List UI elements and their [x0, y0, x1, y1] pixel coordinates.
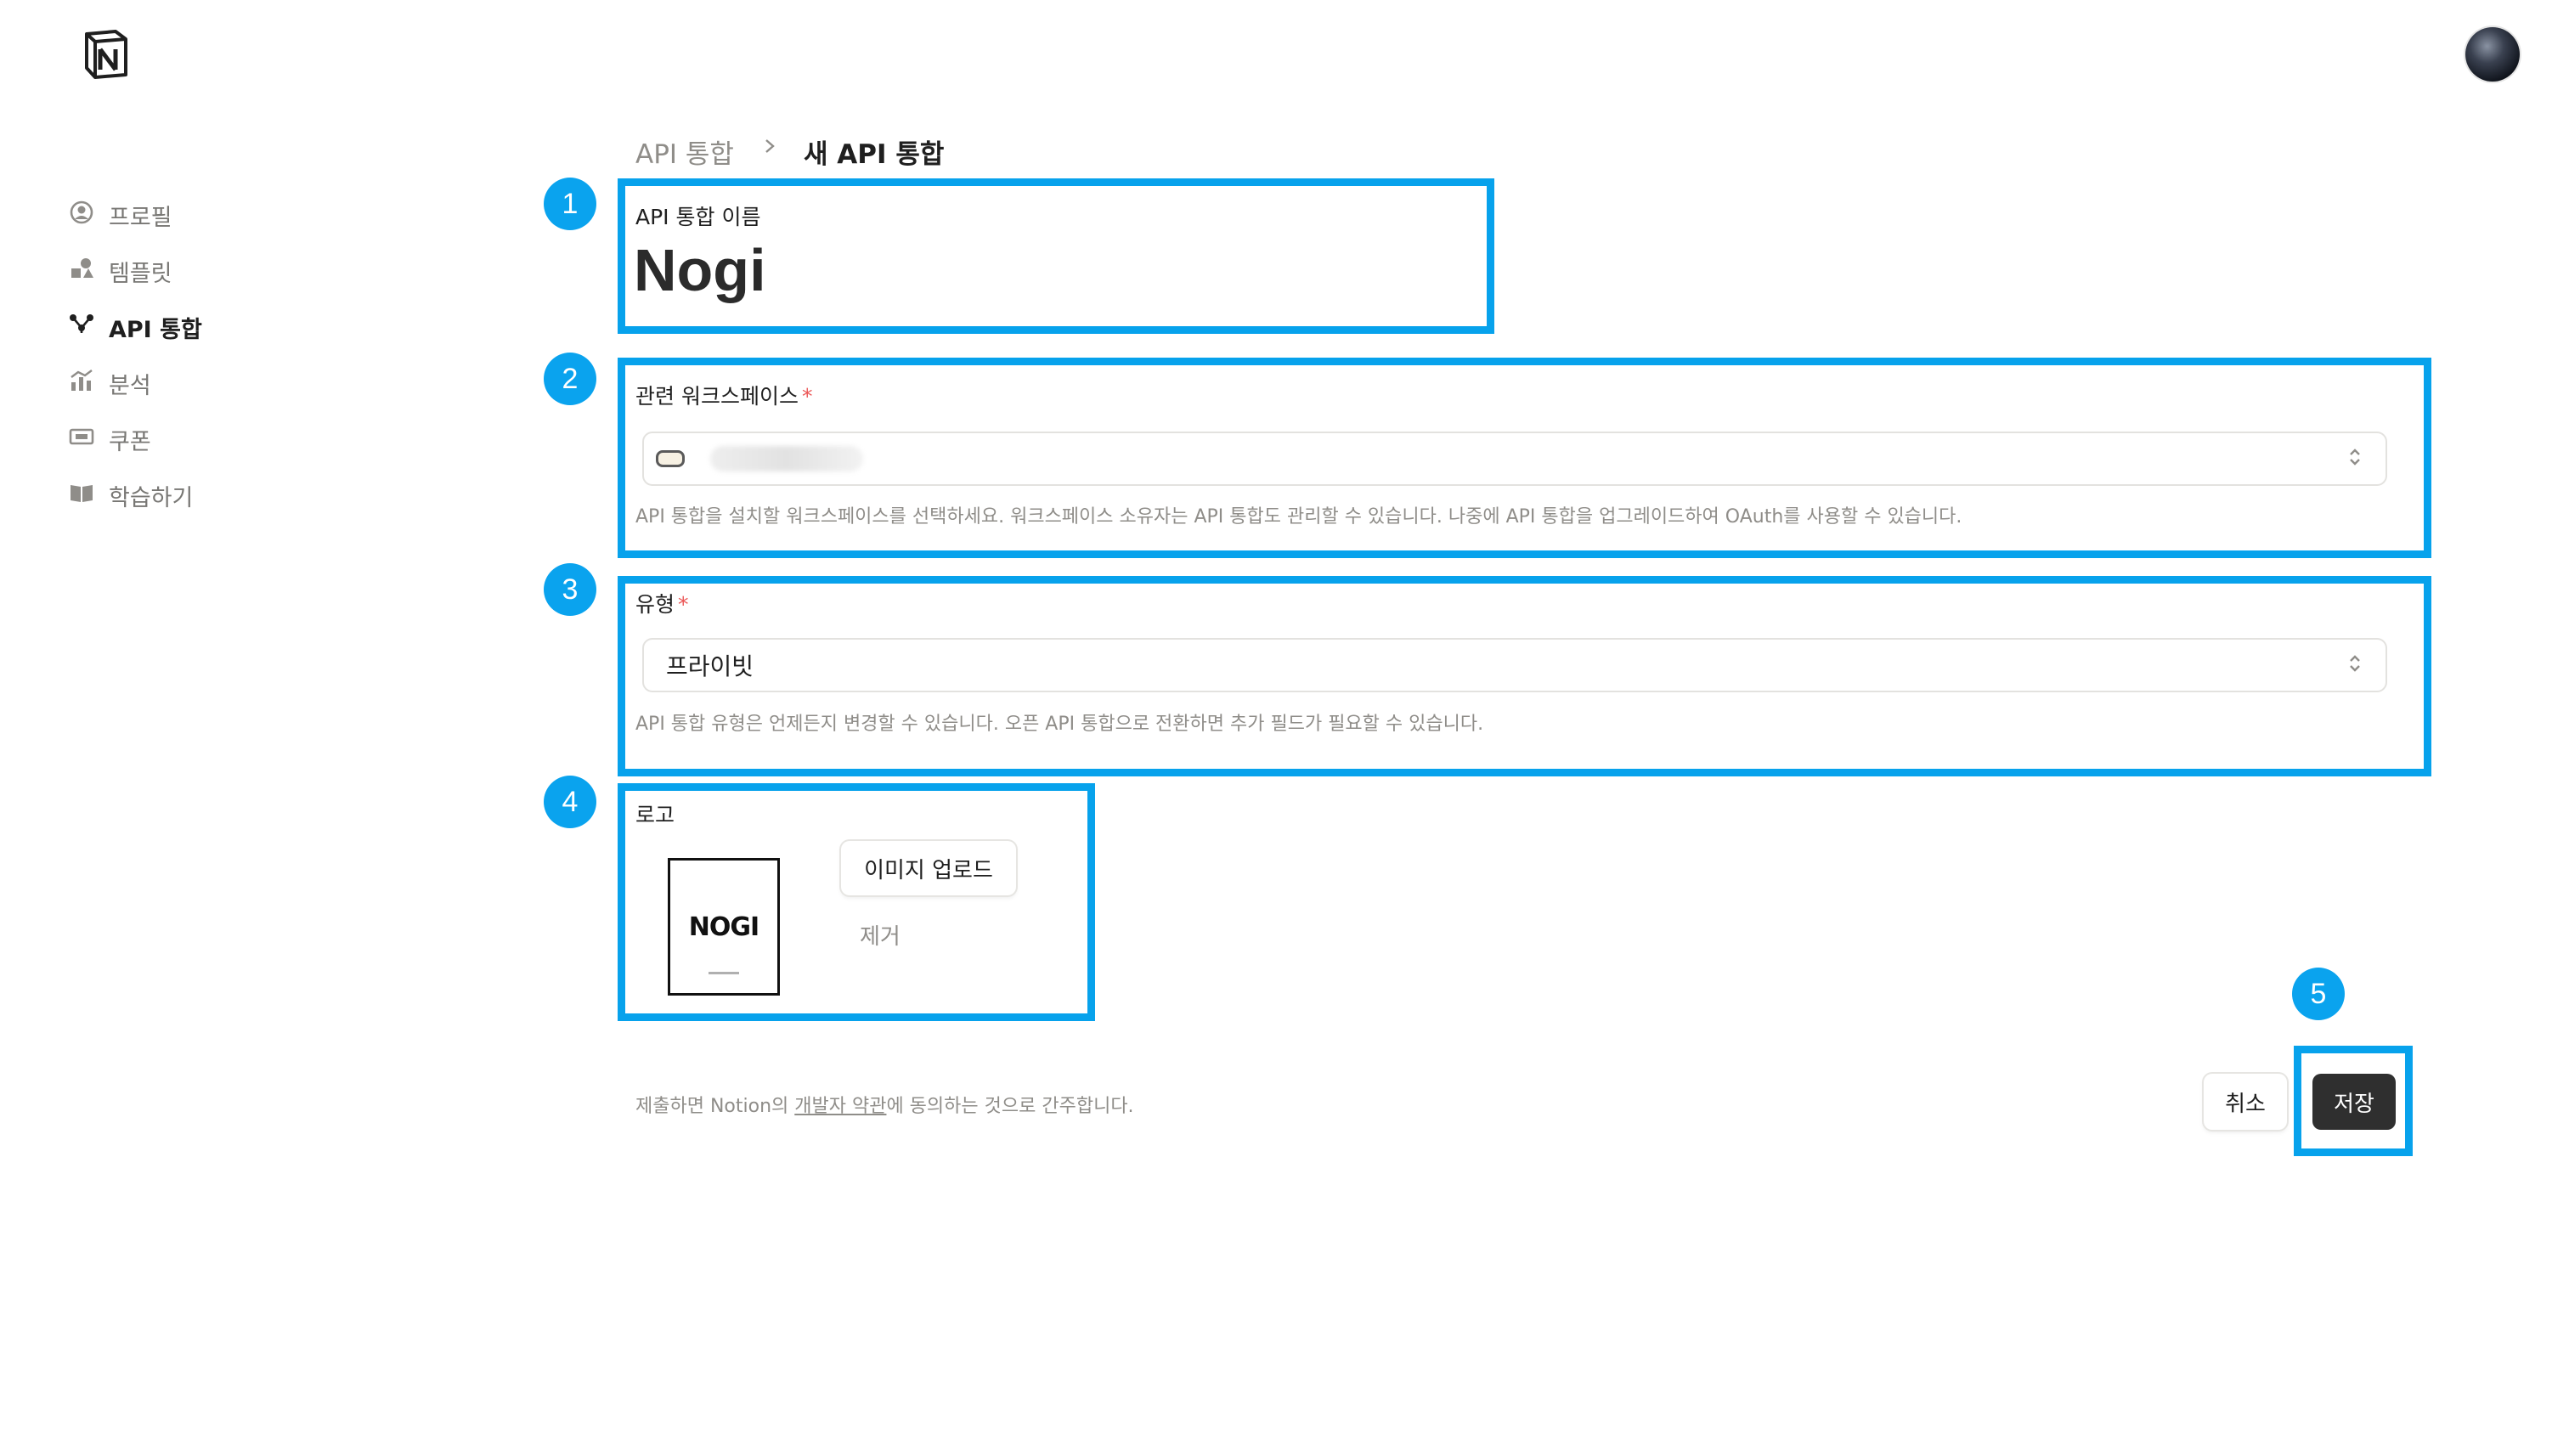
sidebar-item-profile[interactable]: 프로필 [68, 194, 172, 236]
user-avatar[interactable] [2465, 27, 2520, 82]
workspace-name-blurred [710, 446, 863, 471]
chevron-up-down-icon [2346, 652, 2363, 679]
step-badge-1: 1 [544, 178, 596, 230]
notion-logo-icon[interactable] [82, 29, 131, 80]
step-badge-4: 4 [544, 776, 596, 828]
name-field-label: API 통합 이름 [635, 205, 761, 229]
breadcrumb-parent-link[interactable]: API 통합 [635, 133, 734, 171]
workspace-select[interactable] [642, 432, 2387, 486]
book-icon [68, 479, 95, 512]
sidebar-item-templates[interactable]: 템플릿 [68, 250, 172, 292]
developer-terms-link[interactable]: 개발자 약관 [794, 1096, 886, 1117]
coupon-icon [68, 423, 95, 456]
breadcrumb-current: 새 API 통합 [804, 139, 945, 170]
workspace-field-label: 관련 워크스페이스 * [635, 384, 813, 409]
terms-notice: 제출하면 Notion의 개발자 약관에 동의하는 것으로 간주합니다. [635, 1096, 1134, 1117]
workspace-help-text: API 통합을 설치할 워크스페이스를 선택하세요. 워크스페이스 소유자는 A… [635, 506, 1962, 528]
sidebar-item-label: 분석 [109, 372, 151, 399]
sidebar-item-coupons[interactable]: 쿠폰 [68, 418, 151, 460]
step-badge-5: 5 [2292, 968, 2345, 1020]
save-button[interactable]: 저장 [2312, 1074, 2396, 1130]
logo-preview-tagline [709, 972, 739, 974]
type-select-value: 프라이빗 [666, 652, 754, 680]
step-badge-2: 2 [544, 353, 596, 405]
sidebar-item-label: 쿠폰 [109, 428, 151, 455]
logo-preview-text: NOGI [688, 911, 759, 942]
sidebar-item-label: 학습하기 [109, 484, 194, 511]
integrations-icon [68, 311, 95, 344]
type-select[interactable]: 프라이빗 [642, 638, 2387, 692]
logo-preview-image: NOGI [668, 858, 780, 996]
type-help-text: API 통합 유형은 언제든지 변경할 수 있습니다. 오픈 API 통합으로 … [635, 714, 1484, 735]
cancel-button[interactable]: 취소 [2204, 1074, 2287, 1130]
profile-icon [68, 199, 95, 232]
name-field-input[interactable]: Nogi [634, 236, 766, 304]
remove-logo-button[interactable]: 제거 [860, 919, 901, 951]
sidebar-item-integrations[interactable]: API 통합 [68, 306, 202, 348]
chevron-up-down-icon [2346, 445, 2363, 472]
logo-field-label: 로고 [635, 803, 675, 827]
sidebar-item-label: API 통합 [109, 316, 202, 343]
upload-image-button[interactable]: 이미지 업로드 [841, 841, 1016, 895]
type-field-label: 유형 * [635, 592, 689, 617]
sidebar-item-analytics[interactable]: 분석 [68, 362, 151, 404]
sidebar-item-learn[interactable]: 학습하기 [68, 474, 193, 516]
step-badge-3: 3 [544, 563, 596, 616]
workspace-icon [656, 450, 685, 467]
sidebar-item-label: 템플릿 [109, 260, 172, 287]
templates-icon [68, 255, 95, 288]
sidebar-item-label: 프로필 [109, 204, 172, 231]
breadcrumb-separator [761, 134, 778, 162]
analytics-icon [68, 367, 95, 400]
